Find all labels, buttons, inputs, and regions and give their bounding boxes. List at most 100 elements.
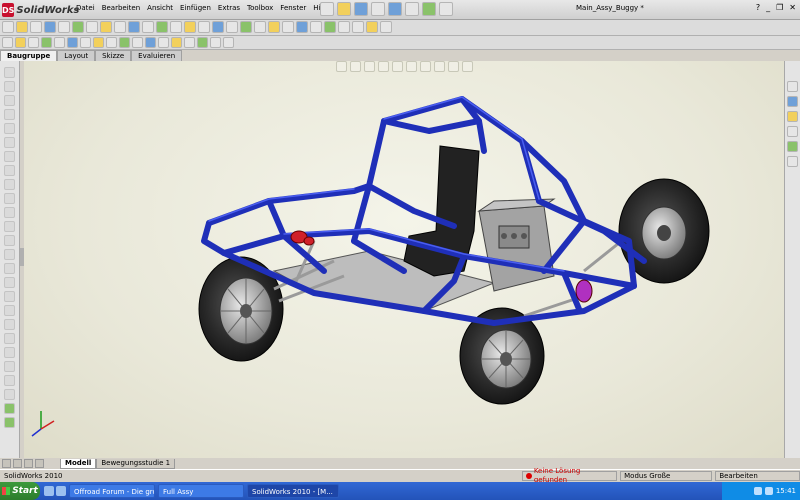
last-tab-icon[interactable] (35, 459, 44, 468)
close-icon[interactable]: ✕ (789, 3, 796, 12)
previous-view-icon[interactable] (364, 61, 375, 72)
first-tab-icon[interactable] (2, 459, 11, 468)
reference-geometry-icon[interactable] (86, 21, 98, 33)
tab-layout[interactable]: Layout (57, 50, 96, 61)
section-view-hud-icon[interactable] (378, 61, 389, 72)
structural-member-icon[interactable] (158, 37, 169, 48)
clearance-icon[interactable] (198, 21, 210, 33)
smart-fastener-icon[interactable] (170, 21, 182, 33)
trim-extend-icon[interactable] (171, 37, 182, 48)
hole-wizard-icon[interactable] (132, 37, 143, 48)
tab-evaluate[interactable]: Evaluieren (131, 50, 183, 61)
view-settings-hud-icon[interactable] (462, 61, 473, 72)
fillet-icon[interactable] (41, 37, 52, 48)
tab-model[interactable]: Modell (60, 459, 97, 469)
configuration-manager-icon[interactable] (4, 95, 15, 106)
taskbar-item-solidworks[interactable]: SolidWorks 2010 - [M... (247, 484, 339, 498)
custom-properties-icon[interactable] (787, 156, 798, 167)
part-icon[interactable] (4, 137, 15, 148)
tab-motion-study[interactable]: Bewegungsstudie 1 (96, 459, 176, 469)
rebuild-icon[interactable] (422, 2, 436, 16)
mate-icon[interactable] (16, 21, 28, 33)
select-icon[interactable] (405, 2, 419, 16)
taskbar-item-full-assy[interactable]: Full Assy (158, 484, 244, 498)
section-view-icon[interactable] (254, 21, 266, 33)
exploded-view-icon[interactable] (128, 21, 140, 33)
instant3d-icon[interactable] (156, 21, 168, 33)
menu-view[interactable]: Ansicht (147, 4, 173, 12)
menu-file[interactable]: Datei (76, 4, 95, 12)
measure-icon[interactable] (226, 21, 238, 33)
shell-icon[interactable] (67, 37, 78, 48)
menu-edit[interactable]: Bearbeiten (102, 4, 140, 12)
buggy-assembly-model[interactable] (24, 61, 784, 458)
scene-icon[interactable] (338, 21, 350, 33)
solidworks-logo[interactable]: DS SolidWorks (2, 2, 79, 18)
view-orientation-hud-icon[interactable] (392, 61, 403, 72)
light-icon[interactable] (4, 235, 15, 246)
rebuild-error-status[interactable]: Keine Lösung gefunden (522, 467, 618, 484)
front-plane-icon[interactable] (4, 389, 15, 400)
origin-icon[interactable] (4, 193, 15, 204)
material-icon[interactable] (4, 291, 15, 302)
zoom-to-fit-icon[interactable] (336, 61, 347, 72)
cut-list-icon[interactable] (223, 37, 234, 48)
help-icon[interactable]: ? (756, 3, 760, 12)
start-button[interactable]: Start (0, 482, 40, 500)
menu-window[interactable]: Fenster (280, 4, 306, 12)
hide-show-icon[interactable] (310, 21, 322, 33)
hole-alignment-icon[interactable] (212, 21, 224, 33)
tray-volume-icon[interactable] (764, 487, 773, 495)
display-style-hud-icon[interactable] (406, 61, 417, 72)
display-style-icon[interactable] (296, 21, 308, 33)
mirror-icon[interactable] (119, 37, 130, 48)
feature-icon[interactable] (2, 37, 13, 48)
sketch-icon[interactable] (366, 21, 378, 33)
move-component-icon[interactable] (44, 21, 56, 33)
extrude-icon[interactable] (15, 37, 26, 48)
pattern-icon[interactable] (106, 37, 117, 48)
large-assembly-icon[interactable] (268, 21, 280, 33)
sketch-folder-icon[interactable] (4, 347, 15, 358)
tab-assembly[interactable]: Baugruppe (0, 50, 58, 61)
sensor-icon[interactable] (4, 207, 15, 218)
print-icon[interactable] (371, 2, 385, 16)
draft-icon[interactable] (80, 37, 91, 48)
hide-show-items-icon[interactable] (420, 61, 431, 72)
subassembly-icon[interactable] (4, 151, 15, 162)
minimize-icon[interactable]: _ (766, 3, 770, 12)
taskbar-item-forum[interactable]: Offroad Forum - Die gro... (69, 484, 155, 498)
explode-line-icon[interactable] (142, 21, 154, 33)
smart-dimension-icon[interactable] (380, 21, 392, 33)
linear-pattern-icon[interactable] (30, 21, 42, 33)
undo-icon[interactable] (388, 2, 402, 16)
right-plane-icon[interactable] (4, 375, 15, 386)
equations-icon[interactable] (4, 277, 15, 288)
gusset-icon[interactable] (197, 37, 208, 48)
design-binder-icon[interactable] (4, 305, 15, 316)
tab-sketch[interactable]: Skizze (95, 50, 132, 61)
view-settings-icon[interactable] (352, 21, 364, 33)
interference-icon[interactable] (184, 21, 196, 33)
end-cap-icon[interactable] (184, 37, 195, 48)
menu-tools[interactable]: Extras (218, 4, 240, 12)
show-hidden-icon[interactable] (58, 21, 70, 33)
quick-launch-icon[interactable] (56, 486, 66, 496)
mass-properties-icon[interactable] (240, 21, 252, 33)
home-icon[interactable] (787, 81, 798, 92)
edit-appearance-icon[interactable] (434, 61, 445, 72)
zoom-to-area-icon[interactable] (350, 61, 361, 72)
insert-component-icon[interactable] (2, 21, 14, 33)
camera-icon[interactable] (4, 249, 15, 260)
component-icon[interactable] (4, 123, 15, 134)
new-motion-study-icon[interactable] (100, 21, 112, 33)
solid-bodies-icon[interactable] (4, 319, 15, 330)
rib-icon[interactable] (93, 37, 104, 48)
dimxpert-icon[interactable] (4, 109, 15, 120)
options-icon[interactable] (439, 2, 453, 16)
design-library-icon[interactable] (787, 96, 798, 107)
feature-tree-icon[interactable] (4, 67, 15, 78)
save-icon[interactable] (354, 2, 368, 16)
new-file-icon[interactable] (320, 2, 334, 16)
assembly-features-icon[interactable] (72, 21, 84, 33)
